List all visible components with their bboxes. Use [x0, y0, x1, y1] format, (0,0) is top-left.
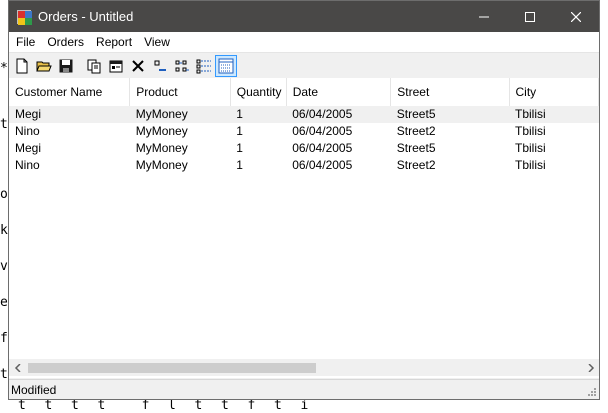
new-document-icon — [16, 58, 28, 73]
table-row[interactable]: Nino MyMoney 1 06/04/2005 Street2 Tbilis… — [9, 123, 599, 140]
large-icons-view-icon — [154, 60, 166, 71]
cell-street: Street5 — [396, 141, 436, 155]
large-icons-button[interactable] — [149, 55, 171, 77]
cell-customer-name: Nino — [15, 124, 40, 138]
scroll-right-button[interactable] — [582, 359, 599, 376]
menu-bar: File Orders Report View — [9, 32, 599, 53]
maximize-button[interactable] — [507, 1, 553, 32]
cell-city: Tbilisi — [515, 141, 546, 155]
cell-quantity: 1 — [236, 158, 243, 172]
properties-icon — [109, 60, 123, 72]
orders-table: Customer Name Product Quantity Date Stre… — [9, 78, 599, 174]
copy-icon — [87, 59, 101, 73]
chevron-right-icon — [587, 363, 594, 372]
table-row[interactable]: Nino MyMoney 1 06/04/2005 Street2 Tbilis… — [9, 157, 599, 174]
delete-button[interactable] — [127, 55, 149, 77]
scroll-track[interactable] — [26, 359, 582, 376]
cell-street: Street5 — [390, 106, 510, 123]
column-header-quantity[interactable]: Quantity — [230, 78, 287, 106]
background-text: t t t t f l t t f t i — [18, 398, 310, 413]
save-button[interactable] — [55, 55, 77, 77]
column-header-customer-name[interactable]: Customer Name — [9, 78, 131, 106]
cell-product: MyMoney — [135, 141, 188, 155]
properties-button[interactable] — [105, 55, 127, 77]
app-icon — [17, 9, 32, 25]
cell-product: MyMoney — [135, 124, 188, 138]
chevron-left-icon — [14, 363, 21, 372]
minimize-button[interactable] — [461, 1, 507, 32]
column-header-date[interactable]: Date — [286, 78, 392, 106]
cell-city: Tbilisi — [515, 158, 546, 172]
column-header-product[interactable]: Product — [129, 78, 231, 106]
cell-product: MyMoney — [135, 158, 188, 172]
toolbar — [9, 53, 599, 79]
title-bar[interactable]: Orders - Untitled — [9, 1, 599, 32]
cell-customer-name: Megi — [9, 106, 130, 123]
maximize-icon — [525, 11, 535, 22]
copy-button[interactable] — [83, 55, 105, 77]
cell-customer-name: Nino — [15, 158, 40, 172]
cell-street: Street2 — [396, 158, 436, 172]
cell-customer-name: Megi — [15, 141, 42, 155]
cell-date: 06/04/2005 — [292, 158, 353, 172]
menu-report[interactable]: Report — [90, 32, 138, 52]
save-icon — [59, 59, 73, 72]
header-row: Customer Name Product Quantity Date Stre… — [9, 78, 599, 106]
column-header-city[interactable]: City — [509, 78, 599, 106]
details-button[interactable] — [215, 54, 237, 77]
status-bar: Modified — [9, 379, 599, 399]
cell-city: Tbilisi — [509, 106, 599, 123]
close-icon — [571, 11, 581, 22]
cell-quantity: 1 — [230, 106, 287, 123]
resize-grip-icon[interactable] — [587, 387, 597, 397]
table-row[interactable]: Megi MyMoney 1 06/04/2005 Street5 Tbilis… — [9, 106, 599, 123]
horizontal-scrollbar[interactable] — [9, 359, 599, 376]
menu-file[interactable]: File — [10, 32, 41, 52]
status-text: Modified — [11, 382, 57, 397]
orders-list-view[interactable]: Customer Name Product Quantity Date Stre… — [9, 78, 599, 378]
column-header-street[interactable]: Street — [390, 78, 510, 106]
delete-icon — [132, 59, 144, 72]
cell-quantity: 1 — [236, 141, 243, 155]
open-button[interactable] — [33, 55, 55, 77]
cell-product: MyMoney — [129, 106, 231, 123]
small-icons-button[interactable] — [171, 55, 193, 77]
scroll-thumb[interactable] — [28, 363, 316, 373]
scroll-left-button[interactable] — [9, 359, 26, 376]
menu-orders[interactable]: Orders — [41, 32, 90, 52]
minimize-icon — [479, 16, 489, 17]
close-button[interactable] — [553, 1, 599, 32]
cell-city: Tbilisi — [515, 124, 546, 138]
details-view-icon — [218, 58, 234, 73]
cell-street: Street2 — [396, 124, 436, 138]
list-button[interactable] — [193, 55, 215, 77]
cell-date: 06/04/2005 — [292, 124, 353, 138]
orders-window: Orders - Untitled File Orders Report Vie… — [8, 0, 600, 400]
window-title: Orders - Untitled — [38, 9, 134, 24]
cell-quantity: 1 — [236, 124, 243, 138]
table-row[interactable]: Megi MyMoney 1 06/04/2005 Street5 Tbilis… — [9, 140, 599, 157]
open-folder-icon — [36, 61, 52, 71]
list-view-icon — [196, 59, 211, 73]
cell-date: 06/04/2005 — [292, 141, 353, 155]
new-button[interactable] — [11, 55, 33, 77]
small-icons-view-icon — [175, 60, 189, 71]
menu-view[interactable]: View — [138, 32, 176, 52]
cell-date: 06/04/2005 — [286, 106, 391, 123]
